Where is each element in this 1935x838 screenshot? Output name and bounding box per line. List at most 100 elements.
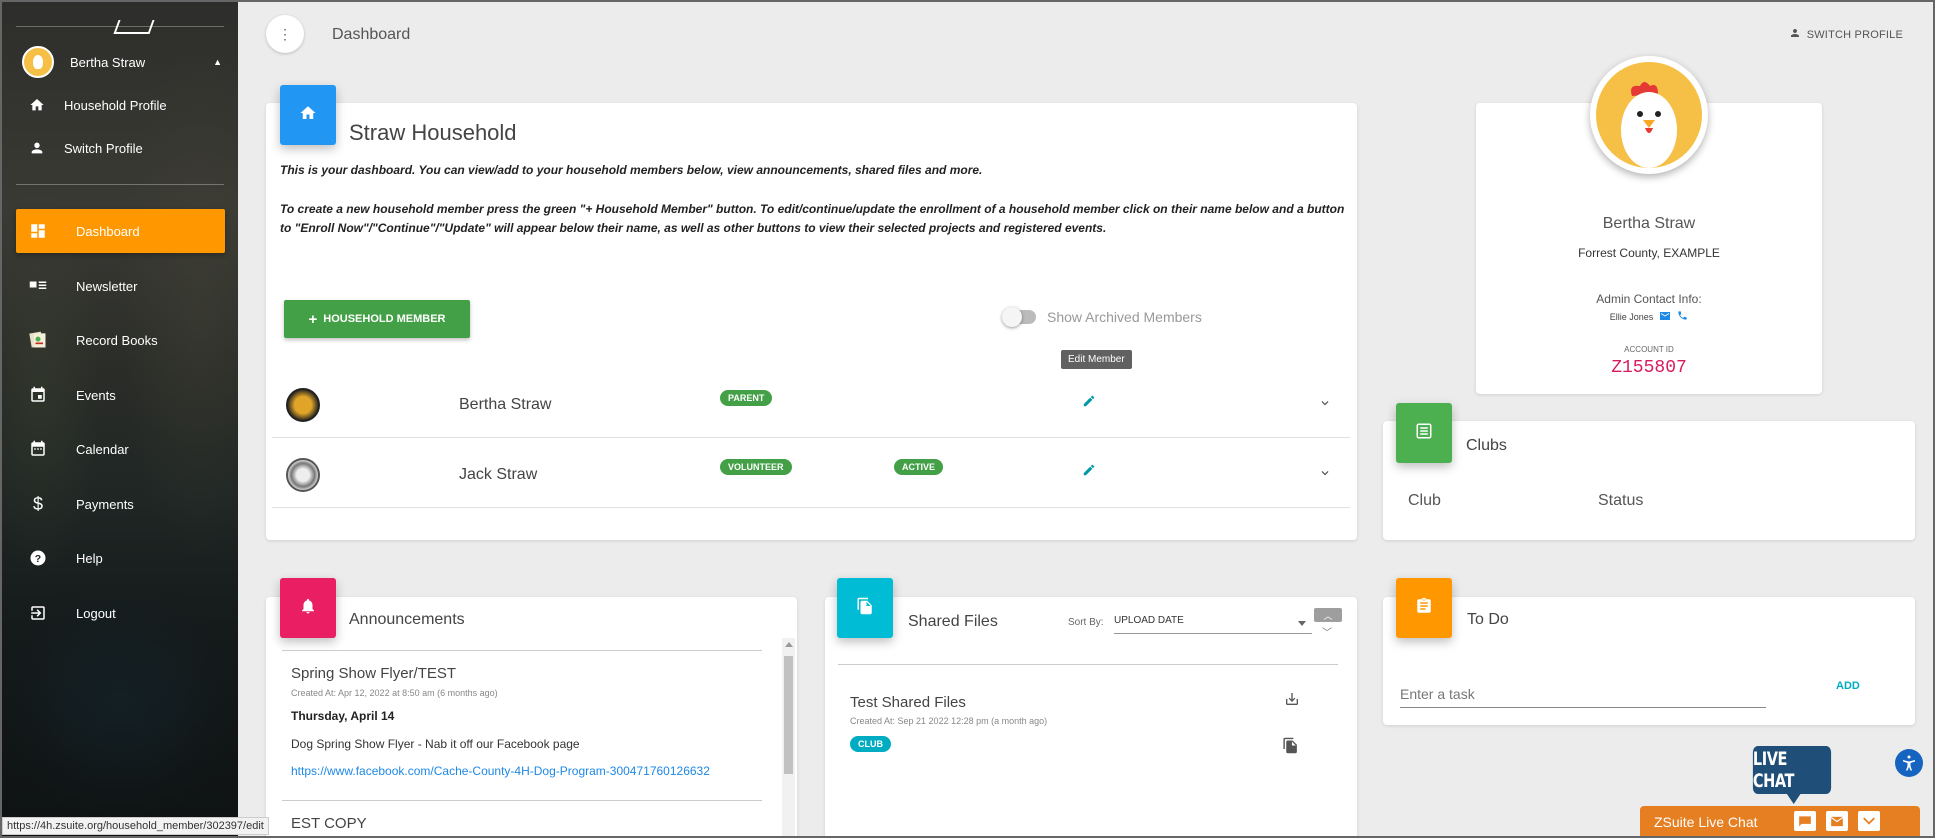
live-chat-bar-label: ZSuite Live Chat	[1654, 814, 1758, 830]
announcement-created: Created At: Apr 12, 2022 at 8:50 am (6 m…	[291, 688, 498, 698]
member-avatar	[286, 388, 320, 422]
sidebar-item-help[interactable]: ? Help	[16, 536, 225, 580]
profile-name: Bertha Straw	[1602, 215, 1696, 232]
sidebar-item-dashboard[interactable]: Dashboard	[16, 209, 225, 253]
member-name[interactable]: Jack Straw	[459, 466, 537, 484]
switch-profile-button[interactable]: SWITCH PROFILE	[1789, 27, 1903, 42]
live-chat-email-button[interactable]	[1826, 811, 1848, 831]
announcements-divider	[282, 800, 762, 801]
chevron-down-icon	[1321, 471, 1329, 476]
shared-files-tile	[837, 578, 893, 638]
add-household-member-button[interactable]: + HOUSEHOLD MEMBER	[284, 300, 470, 338]
announcements-divider	[282, 650, 762, 651]
account-id: Z155807	[1611, 358, 1687, 378]
announcements-scrollbar[interactable]	[782, 638, 795, 838]
chevron-up-icon: ▲	[213, 57, 222, 67]
expand-button[interactable]	[1318, 396, 1332, 415]
sidebar-item-events[interactable]: Events	[16, 373, 225, 417]
edit-member-button[interactable]	[1082, 463, 1096, 482]
live-chat-message-button[interactable]	[1794, 811, 1816, 831]
sidebar-item-label: Calendar	[76, 441, 129, 457]
sidebar-user-menu[interactable]: Bertha Straw ▲	[22, 46, 222, 78]
admin-name: Ellie Jones	[1609, 311, 1654, 322]
sort-direction-button[interactable]: ︿	[1314, 608, 1342, 622]
task-input[interactable]: Enter a task	[1400, 682, 1766, 708]
pencil-icon	[1083, 464, 1095, 476]
sort-by-select[interactable]: UPLOAD DATE	[1114, 612, 1312, 634]
clubs-title: Clubs	[1466, 437, 1507, 454]
plus-icon: +	[308, 310, 318, 328]
record-books-icon	[28, 330, 48, 350]
sidebar-item-payments[interactable]: $ Payments	[16, 482, 225, 526]
announcement-link[interactable]: https://www.facebook.com/Cache-County-4H…	[291, 764, 710, 778]
accessibility-button[interactable]	[1895, 749, 1923, 777]
show-archived-toggle[interactable]	[1002, 307, 1036, 327]
avatar	[22, 46, 54, 78]
household-title: Straw Household	[349, 120, 517, 145]
live-chat-bubble[interactable]: LIVE CHAT	[1752, 746, 1832, 804]
dropdown-arrow-icon	[1298, 621, 1306, 626]
chevron-up-icon: ︿	[1323, 610, 1333, 621]
sidebar-item-record-books[interactable]: Record Books	[16, 318, 225, 362]
scroll-up-icon[interactable]	[785, 642, 793, 647]
edit-member-button[interactable]	[1082, 394, 1096, 413]
home-icon	[299, 104, 317, 127]
file-badge: CLUB	[850, 736, 891, 752]
sidebar-item-label: Switch Profile	[64, 140, 143, 156]
announcement-body: Dog Spring Show Flyer - Nab it off our F…	[291, 737, 580, 751]
logout-icon	[28, 603, 48, 623]
email-icon[interactable]	[1659, 311, 1671, 323]
more-vert-icon: ⋮	[278, 25, 292, 42]
live-chat-bubble-label: LIVE CHAT	[1752, 748, 1794, 792]
phone-icon[interactable]	[1677, 310, 1688, 323]
download-button[interactable]	[1284, 691, 1300, 712]
sidebar-item-calendar[interactable]: Calendar	[16, 427, 225, 471]
chat-icon	[1799, 816, 1811, 827]
sidebar-user-name: Bertha Straw	[70, 54, 146, 70]
role-badge: VOLUNTEER	[720, 459, 792, 475]
file-name[interactable]: Test Shared Files	[850, 694, 966, 711]
sidebar-item-switch-profile[interactable]: Switch Profile	[28, 139, 143, 157]
chevron-down-icon[interactable]: ﹀	[1322, 624, 1332, 639]
announcement-title: EST COPY	[291, 815, 367, 832]
admin-contact: Ellie Jones	[1476, 310, 1822, 323]
household-instructions: To create a new household member press t…	[280, 202, 1345, 235]
sidebar-item-newsletter[interactable]: Newsletter	[16, 264, 225, 308]
announcements-tile	[280, 578, 336, 638]
sidebar-item-label: Logout	[76, 605, 116, 621]
newsletter-icon	[28, 276, 48, 296]
download-icon	[1286, 693, 1298, 705]
list-icon	[1415, 422, 1433, 445]
member-row[interactable]: Bertha Straw PARENT	[272, 368, 1350, 438]
svg-text:?: ?	[35, 553, 41, 565]
sidebar-item-label: Record Books	[76, 332, 158, 348]
logo-icon	[113, 20, 155, 34]
role-badge: PARENT	[720, 390, 773, 406]
household-intro: This is your dashboard. You can view/add…	[280, 163, 983, 177]
shared-files-divider	[838, 664, 1338, 665]
scrollbar-thumb[interactable]	[784, 656, 793, 774]
clipboard-icon	[1415, 597, 1433, 620]
member-row[interactable]: Jack Straw VOLUNTEER ACTIVE	[272, 438, 1350, 508]
sidebar-item-label: Household Profile	[64, 97, 167, 113]
status-bar-url: https://4h.zsuite.org/household_member/3…	[2, 817, 269, 835]
menu-button[interactable]: ⋮	[266, 15, 304, 53]
live-chat-minimize-button[interactable]	[1858, 811, 1880, 831]
member-name[interactable]: Bertha Straw	[459, 396, 551, 414]
chevron-down-icon	[1321, 401, 1329, 406]
announcements-title: Announcements	[349, 611, 465, 628]
switch-profile-label: SWITCH PROFILE	[1806, 28, 1903, 41]
sort-by-value: UPLOAD DATE	[1114, 615, 1184, 626]
copy-file-button[interactable]	[1282, 737, 1299, 759]
sidebar-item-label: Help	[76, 550, 103, 566]
page-title: Dashboard	[332, 26, 411, 43]
sidebar-item-household-profile[interactable]: Household Profile	[28, 96, 167, 114]
add-task-button[interactable]: ADD	[1836, 680, 1860, 692]
expand-button[interactable]	[1318, 466, 1332, 485]
sidebar-item-logout[interactable]: Logout	[16, 591, 225, 635]
profile-county: Forrest County, EXAMPLE	[1578, 246, 1720, 260]
sidebar-logo-divider	[16, 20, 224, 34]
add-household-member-label: HOUSEHOLD MEMBER	[323, 313, 446, 325]
bell-icon	[299, 597, 317, 620]
announcement-title: Spring Show Flyer/TEST	[291, 665, 457, 682]
